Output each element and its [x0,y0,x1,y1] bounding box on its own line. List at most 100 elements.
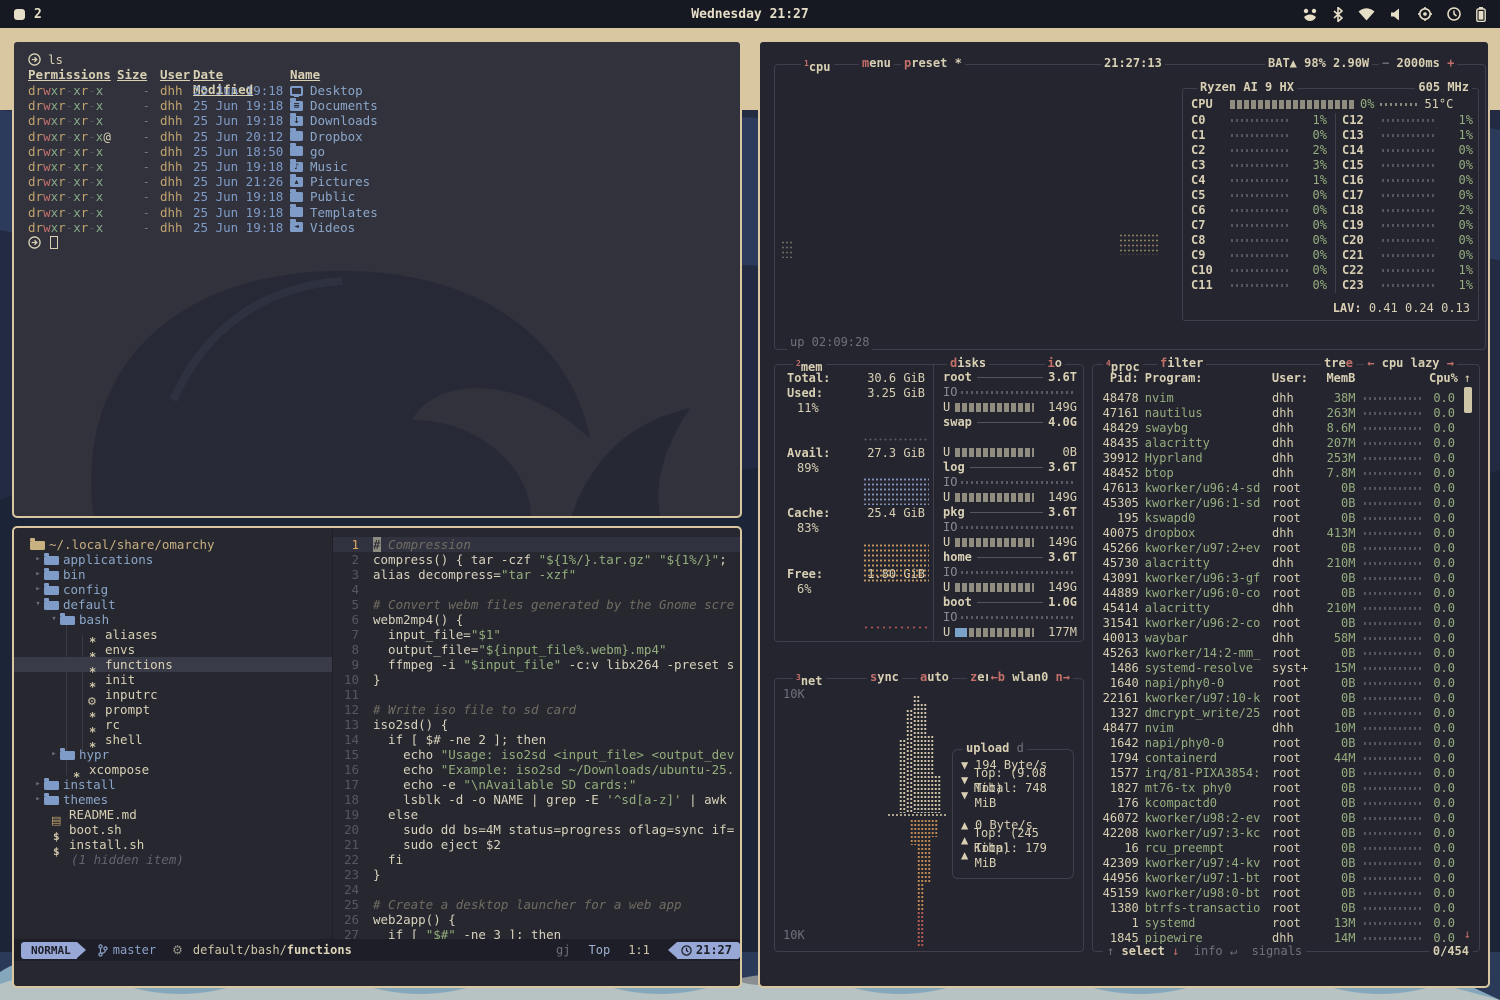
disks-io-toggle[interactable]: io [1045,356,1065,371]
tree-item-label[interactable]: default [63,597,116,612]
tree-item-label[interactable]: prompt [105,702,150,717]
tree-item[interactable]: ~/.local/share/omarchy [14,537,332,552]
info-hint[interactable]: info [1194,944,1223,958]
terminal-cursor[interactable] [50,236,58,249]
tree-item-label[interactable]: install [63,777,116,792]
tree-item-label[interactable]: xcompose [89,762,149,777]
tree-item[interactable]: install.sh [14,837,332,852]
process-row[interactable]: 1642 napi/phy0-0 root 0B 0.0 [1099,736,1455,751]
tree-item[interactable]: ▸ hypr [14,747,332,762]
process-row[interactable]: 45730 alacritty dhh 210M 0.0 [1099,556,1455,571]
process-row[interactable]: 16 rcu_preempt root 0B 0.0 [1099,841,1455,856]
proc-header-mem[interactable]: MemB [1316,371,1356,386]
chevron-icon[interactable]: ▸ [32,552,44,567]
process-row[interactable]: 31541 kworker/u96:2-co root 0B 0.0 [1099,616,1455,631]
command-line[interactable] [14,961,740,986]
tree-item[interactable]: ▾ default [14,597,332,612]
tree-item-label[interactable]: applications [63,552,153,567]
tree-item-label[interactable]: functions [105,657,173,672]
process-row[interactable]: 45263 kworker/14:2-mm_ root 0B 0.0 [1099,646,1455,661]
tree-item[interactable]: ▸ themes [14,792,332,807]
process-row[interactable]: 1640 napi/phy0-0 root 0B 0.0 [1099,676,1455,691]
chevron-icon[interactable]: ▾ [32,597,44,612]
tree-item[interactable]: envs [14,642,332,657]
proc-tree-toggle[interactable]: tree [1321,356,1356,371]
terminal-window[interactable]: ls Permissions Size User Date Modified N… [12,40,742,518]
process-row[interactable]: 42309 kworker/u97:4-kv root 0B 0.0 [1099,856,1455,871]
tree-item[interactable]: README.md [14,807,332,822]
process-row[interactable]: 44956 kworker/u97:1-bt root 0B 0.0 [1099,871,1455,886]
chevron-icon[interactable]: ▸ [48,747,60,762]
scroll-down-indicator[interactable]: ↓ [1464,927,1471,942]
process-row[interactable]: 45414 alacritty dhh 210M 0.0 [1099,601,1455,616]
tree-item-label[interactable]: themes [63,792,108,807]
chevron-icon[interactable]: ▾ [48,612,60,627]
process-row[interactable]: 46072 kworker/u98:2-ev root 0B 0.0 [1099,811,1455,826]
refresh-rate-control[interactable]: − 2000ms + [1379,56,1457,71]
bluetooth-icon[interactable] [1333,7,1343,22]
process-row[interactable]: 1380 btrfs-transactio root 0B 0.0 [1099,901,1455,916]
process-row[interactable]: 176 kcompactd0 root 0B 0.0 [1099,796,1455,811]
scrollbar-thumb[interactable] [1464,387,1472,413]
process-row[interactable]: 48477 nvim dhh 10M 0.0 [1099,721,1455,736]
net-auto-toggle[interactable]: auto [917,670,952,685]
process-row[interactable]: 48435 alacritty dhh 207M 0.0 [1099,436,1455,451]
process-row[interactable]: 48452 btop dhh 7.8M 0.0 [1099,466,1455,481]
tree-item[interactable]: boot.sh [14,822,332,837]
process-row[interactable]: 45305 kworker/u96:1-sd root 0B 0.0 [1099,496,1455,511]
code-editor[interactable]: 1 # Compression 2 compress() { tar -czf … [332,528,740,939]
tree-item-label[interactable]: inputrc [105,687,158,702]
tree-item-label[interactable]: install.sh [69,837,144,852]
process-row[interactable]: 1 systemd root 13M 0.0 [1099,916,1455,931]
chevron-icon[interactable]: ▸ [32,582,44,597]
updates-icon[interactable] [1302,8,1318,21]
process-row[interactable]: 195 kswapd0 root 0B 0.0 [1099,511,1455,526]
idle-clock-icon[interactable] [1447,7,1461,21]
tree-item[interactable]: rc [14,717,332,732]
tree-item-label[interactable]: init [105,672,135,687]
process-row[interactable]: 1794 containerd root 44M 0.0 [1099,751,1455,766]
chevron-icon[interactable]: ▸ [32,567,44,582]
volume-icon[interactable] [1390,8,1403,21]
net-interface-switcher[interactable]: ←b wlan0 n→ [988,670,1074,685]
tree-item-label[interactable]: (1 hidden item) [71,852,184,867]
tree-item-label[interactable]: bash [79,612,109,627]
tree-item[interactable]: (1 hidden item) [14,852,332,867]
process-row[interactable]: 1327 dmcrypt_write/25 root 0B 0.0 [1099,706,1455,721]
tree-item-label[interactable]: README.md [69,807,137,822]
process-row[interactable]: 48478 nvim dhh 38M 0.0 [1099,391,1455,406]
tree-item[interactable]: ▸ config [14,582,332,597]
process-row[interactable]: 47161 nautilus dhh 263M 0.0 [1099,406,1455,421]
process-row[interactable]: 48429 swaybg dhh 8.6M 0.0 [1099,421,1455,436]
tree-item[interactable]: prompt [14,702,332,717]
tree-item-label[interactable]: aliases [105,627,158,642]
tree-item[interactable]: shell [14,732,332,747]
proc-header-program[interactable]: Program: [1145,371,1272,386]
process-row[interactable]: 1577 irq/81-PIXA3854: root 0B 0.0 [1099,766,1455,781]
wifi-icon[interactable] [1358,8,1375,21]
proc-filter-button[interactable]: filter [1157,356,1206,371]
tree-item[interactable]: ▸ install [14,777,332,792]
tree-item[interactable]: inputrc [14,687,332,702]
tree-item-label[interactable]: config [63,582,108,597]
select-hint[interactable]: select [1121,944,1164,958]
process-row[interactable]: 40075 dropbox dhh 413M 0.0 [1099,526,1455,541]
capture-icon[interactable] [1418,7,1432,21]
tree-item-label[interactable]: rc [105,717,120,732]
tree-item[interactable]: ▾ bash [14,612,332,627]
battery-icon[interactable] [1476,7,1486,22]
tree-item[interactable]: ▸ bin [14,567,332,582]
net-sync-toggle[interactable]: sync [867,670,902,685]
tree-item-label[interactable]: envs [105,642,135,657]
proc-header-pid[interactable]: Pid: [1099,371,1145,386]
tree-item[interactable]: ▸ applications [14,552,332,567]
tree-item-label[interactable]: ~/.local/share/omarchy [49,537,215,552]
disks-title[interactable]: disks [947,356,989,371]
chevron-icon[interactable]: ▸ [32,777,44,792]
tree-item-label[interactable]: shell [105,732,143,747]
btop-window[interactable]: 1cpu menu preset * 21:27:13 BAT▲ 98% 2.9… [758,40,1490,988]
process-row[interactable]: 1827 mt76-tx phy0 root 0B 0.0 [1099,781,1455,796]
process-row[interactable]: 42208 kworker/u97:3-kc root 0B 0.0 [1099,826,1455,841]
process-row[interactable]: 45159 kworker/u98:0-bt root 0B 0.0 [1099,886,1455,901]
tree-item[interactable]: xcompose [14,762,332,777]
